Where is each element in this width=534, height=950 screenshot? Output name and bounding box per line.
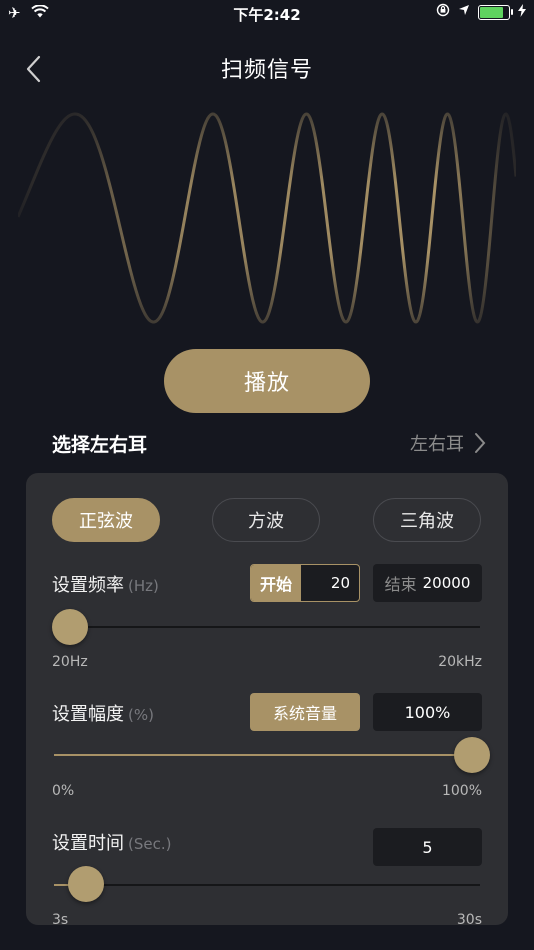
status-right-icons [436,3,526,21]
frequency-end-label: 结束 [384,575,417,594]
frequency-start-value: 20 [330,574,350,592]
wave-type-triangle[interactable]: 三角波 [373,498,481,542]
duration-max-label: 30s [456,912,482,925]
frequency-label: 设置频率 (Hz) [52,571,159,597]
duration-label: 设置时间 (Sec.) [52,829,171,855]
duration-unit: (Sec.) [128,835,172,853]
amplitude-max-label: 100% [441,783,482,799]
system-volume-button[interactable]: 系统音量 [250,693,360,731]
frequency-start-label: 开始 [251,565,301,601]
frequency-end-value: 20000 [422,574,471,592]
duration-min-label: 3s [52,912,69,925]
amplitude-label: 设置幅度 (%) [52,700,154,726]
frequency-start-field[interactable]: 开始 20 [250,564,360,602]
ear-select-label: 选择左右耳 [52,434,148,456]
status-bar: ✈ 下午2:42 [0,0,534,28]
battery-level [480,6,504,18]
rotation-lock-icon [436,3,450,21]
frequency-slider-thumb[interactable] [52,609,88,645]
frequency-label-text: 设置频率 [52,575,124,596]
charging-icon [518,3,526,21]
amplitude-label-text: 设置幅度 [52,704,124,725]
ear-select-value: 左右耳 [410,434,464,455]
ear-select-row[interactable]: 左右耳 [410,430,486,456]
sweep-waveform [18,104,516,332]
chevron-right-icon [475,433,486,453]
amplitude-value-field[interactable]: 100% [373,693,482,731]
amplitude-slider-track[interactable] [54,754,480,756]
waveform-fade [18,104,516,332]
page-title: 扫频信号 [220,58,313,83]
duration-slider-track[interactable] [54,884,480,886]
frequency-min-label: 20Hz [52,654,88,670]
frequency-end-field[interactable]: 结束 20000 [373,564,482,602]
frequency-unit: (Hz) [128,577,159,595]
wave-type-square[interactable]: 方波 [212,498,320,542]
frequency-max-label: 20kHz [438,654,482,670]
wave-type-sine[interactable]: 正弦波 [52,498,160,542]
duration-label-text: 设置时间 [52,833,124,854]
amplitude-min-label: 0% [52,783,75,799]
amplitude-unit: (%) [128,706,154,724]
frequency-slider-track[interactable] [54,626,480,628]
play-button[interactable]: 播放 [164,349,370,413]
location-icon [458,4,470,20]
amplitude-slider-thumb[interactable] [454,737,490,773]
amplitude-slider-fill [54,754,480,756]
battery-icon [478,4,513,20]
settings-panel: 正弦波 方波 三角波 设置频率 (Hz) 开始 20 结束 20000 20Hz … [26,473,508,925]
duration-value-field[interactable]: 5 [373,828,482,866]
duration-slider-thumb[interactable] [67,866,104,902]
